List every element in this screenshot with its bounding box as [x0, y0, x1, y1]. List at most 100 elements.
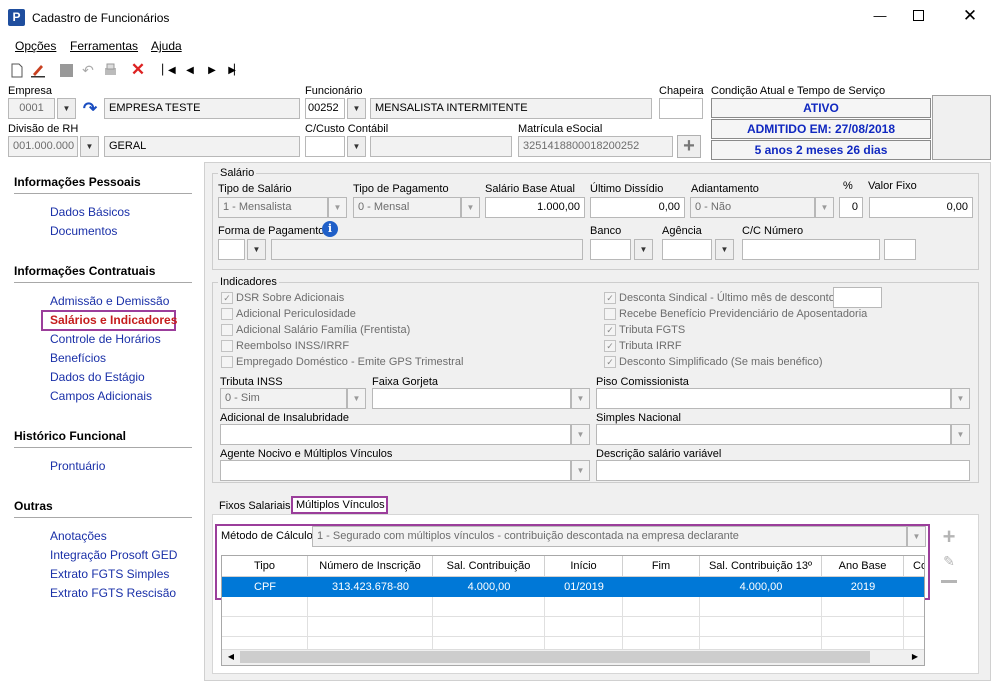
tab-fixos-salariais[interactable]: Fixos Salariais	[219, 500, 291, 512]
descricao-variavel-field[interactable]	[596, 460, 970, 481]
add-icon[interactable]: +	[677, 135, 701, 158]
save-icon[interactable]	[58, 62, 74, 78]
info-icon[interactable]: i	[322, 221, 338, 237]
ccusto-code-field[interactable]	[305, 136, 345, 157]
faixa-gorjeta-dropdown[interactable]: ▼	[571, 388, 590, 409]
faixa-gorjeta-select[interactable]	[372, 388, 571, 409]
periculosidade-checkbox[interactable]	[221, 308, 233, 320]
print-icon[interactable]	[102, 62, 118, 78]
grid-edit-icon[interactable]: ✎	[940, 552, 958, 570]
col-sal-contribuicao-13[interactable]: Sal. Contribuição 13º	[700, 556, 822, 577]
next-record-icon[interactable]: ▶	[204, 62, 220, 78]
nav-admissao-demissao[interactable]: Admissão e Demissão	[50, 294, 169, 308]
first-record-icon[interactable]: ▏◀	[160, 62, 176, 78]
previous-record-icon[interactable]: ◀	[182, 62, 198, 78]
aposentadoria-checkbox[interactable]	[604, 308, 616, 320]
agente-nocivo-select[interactable]	[220, 460, 571, 481]
tipo-salario-dropdown[interactable]: ▼	[328, 197, 347, 218]
reembolso-checkbox[interactable]	[221, 340, 233, 352]
grid-remove-icon[interactable]	[941, 580, 957, 583]
sindical-mes-field[interactable]	[833, 287, 882, 308]
menu-opcoes[interactable]: Opções	[15, 39, 56, 53]
funcionario-dropdown[interactable]: ▼	[347, 98, 366, 119]
nav-extrato-fgts-rescisao[interactable]: Extrato FGTS Rescisão	[50, 586, 176, 600]
undo-icon[interactable]: ↶	[80, 62, 96, 78]
salario-familia-checkbox[interactable]	[221, 324, 233, 336]
minimize-icon[interactable]: —	[868, 4, 892, 28]
tributa-fgts-checkbox[interactable]: ✓	[604, 324, 616, 336]
grid-add-icon[interactable]: +	[940, 526, 958, 548]
delete-icon[interactable]: ✕	[130, 60, 146, 79]
dsr-checkbox[interactable]: ✓	[221, 292, 233, 304]
empresa-code-field[interactable]: 0001	[8, 98, 55, 119]
nav-extrato-fgts-simples[interactable]: Extrato FGTS Simples	[50, 567, 169, 581]
adiantamento-select[interactable]: 0 - Não	[690, 197, 815, 218]
nav-salarios-indicadores[interactable]: Salários e Indicadores	[50, 313, 177, 327]
col-numero-inscricao[interactable]: Número de Inscrição	[308, 556, 433, 577]
cc-numero-field[interactable]	[742, 239, 880, 260]
banco-dropdown[interactable]: ▼	[634, 239, 653, 260]
funcionario-code-field[interactable]: 00252	[305, 98, 345, 119]
metodo-calculo-select[interactable]: 1 - Segurado com múltiplos vínculos - co…	[312, 526, 907, 547]
nav-campos-adicionais[interactable]: Campos Adicionais	[50, 389, 152, 403]
tab-multiplos-vinculos[interactable]: Múltiplos Vínculos	[291, 496, 388, 514]
forma-pagamento-dropdown[interactable]: ▼	[247, 239, 266, 260]
empresa-dropdown[interactable]: ▼	[57, 98, 76, 119]
domestico-checkbox[interactable]	[221, 356, 233, 368]
col-sal-contribuicao[interactable]: Sal. Contribuição	[433, 556, 545, 577]
col-tipo[interactable]: Tipo	[222, 556, 308, 577]
col-fim[interactable]: Fim	[623, 556, 700, 577]
simples-nacional-dropdown[interactable]: ▼	[951, 424, 970, 445]
ccusto-dropdown[interactable]: ▼	[347, 136, 366, 157]
banco-field[interactable]	[590, 239, 631, 260]
forma-pagamento-field[interactable]	[218, 239, 245, 260]
nav-anotacoes[interactable]: Anotações	[50, 529, 107, 543]
tributa-inss-select[interactable]: 0 - Sim	[220, 388, 347, 409]
nav-integracao-ged[interactable]: Integração Prosoft GED	[50, 548, 177, 562]
agencia-dropdown[interactable]: ▼	[715, 239, 734, 260]
menu-ferramentas[interactable]: Ferramentas	[70, 39, 138, 53]
agente-nocivo-dropdown[interactable]: ▼	[571, 460, 590, 481]
col-co[interactable]: Co	[904, 556, 924, 577]
percent-field[interactable]: 0	[839, 197, 863, 218]
simples-nacional-select[interactable]	[596, 424, 951, 445]
cc-digito-field[interactable]	[884, 239, 916, 260]
tipo-salario-select[interactable]: 1 - Mensalista	[218, 197, 328, 218]
piso-comissionista-select[interactable]	[596, 388, 951, 409]
metodo-calculo-dropdown[interactable]: ▼	[907, 526, 926, 547]
col-inicio[interactable]: Início	[545, 556, 623, 577]
ultimo-dissidio-field[interactable]: 0,00	[590, 197, 685, 218]
tipo-pagamento-dropdown[interactable]: ▼	[461, 197, 480, 218]
scroll-left-icon[interactable]: ◀	[224, 650, 238, 664]
insalubridade-select[interactable]	[220, 424, 571, 445]
scroll-thumb[interactable]	[240, 651, 870, 663]
adiantamento-dropdown[interactable]: ▼	[815, 197, 834, 218]
agencia-field[interactable]	[662, 239, 712, 260]
col-ano-base[interactable]: Ano Base	[822, 556, 904, 577]
piso-comissionista-dropdown[interactable]: ▼	[951, 388, 970, 409]
sindical-checkbox[interactable]: ✓	[604, 292, 616, 304]
tributa-inss-dropdown[interactable]: ▼	[347, 388, 366, 409]
menu-ajuda[interactable]: Ajuda	[151, 39, 182, 53]
desconto-simplificado-checkbox[interactable]: ✓	[604, 356, 616, 368]
tipo-pagamento-select[interactable]: 0 - Mensal	[353, 197, 461, 218]
maximize-icon[interactable]	[913, 10, 924, 21]
employee-photo[interactable]	[932, 95, 991, 160]
salario-base-field[interactable]: 1.000,00	[485, 197, 585, 218]
tributa-irrf-checkbox[interactable]: ✓	[604, 340, 616, 352]
scroll-right-icon[interactable]: ▶	[908, 650, 922, 664]
nav-prontuario[interactable]: Prontuário	[50, 459, 105, 473]
valor-fixo-field[interactable]: 0,00	[869, 197, 973, 218]
edit-icon[interactable]	[30, 62, 46, 78]
refresh-icon[interactable]: ↷	[80, 99, 100, 119]
divisao-dropdown[interactable]: ▼	[80, 136, 99, 157]
close-icon[interactable]: ✕	[958, 4, 982, 28]
nav-dados-estagio[interactable]: Dados do Estágio	[50, 370, 145, 384]
divisao-code-field[interactable]: 001.000.000	[8, 136, 78, 157]
nav-dados-basicos[interactable]: Dados Básicos	[50, 205, 130, 219]
nav-beneficios[interactable]: Benefícios	[50, 351, 106, 365]
chapeira-field[interactable]	[659, 98, 703, 119]
last-record-icon[interactable]: ▶▏	[226, 62, 242, 78]
new-document-icon[interactable]	[9, 62, 25, 78]
nav-documentos[interactable]: Documentos	[50, 224, 117, 238]
